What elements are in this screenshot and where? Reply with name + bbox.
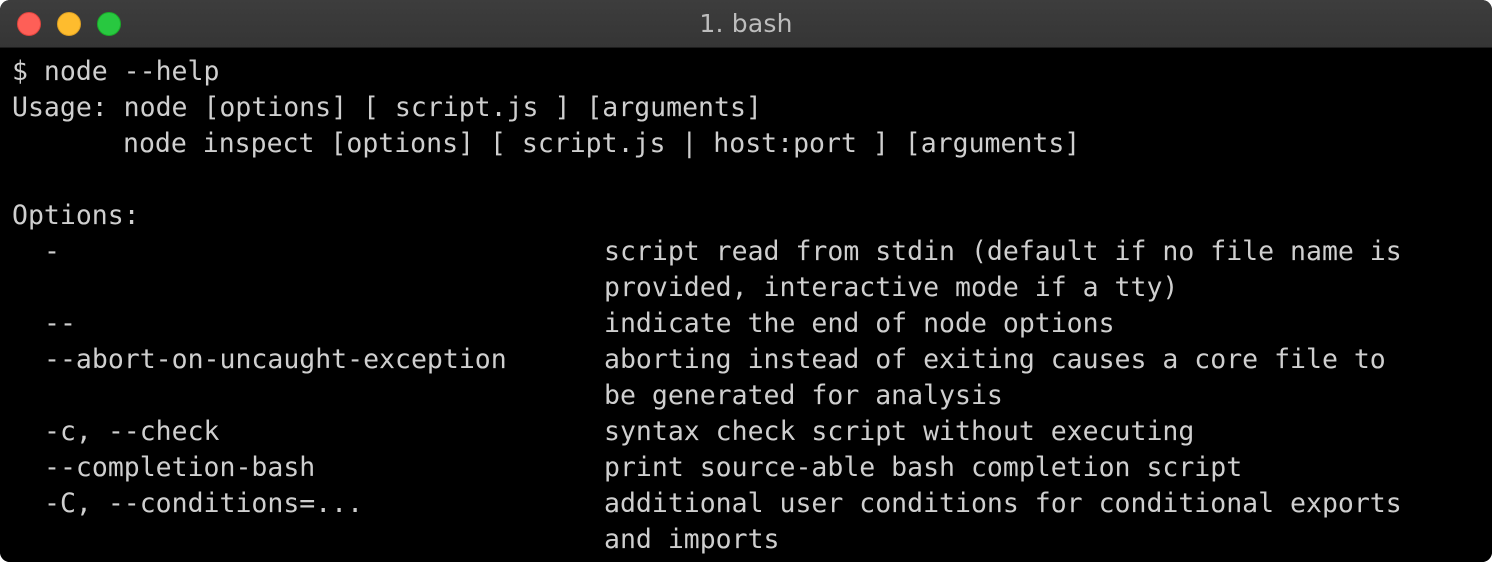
usage-line-2: node inspect [options] [ script.js | hos… [12, 126, 1492, 162]
title-bar[interactable]: 1. bash [0, 0, 1492, 48]
option-row: -c, --check syntax check script without … [12, 414, 1492, 450]
option-row-continuation: be generated for analysis [12, 378, 1492, 414]
option-row-continuation: and imports [12, 522, 1492, 558]
terminal-window: 1. bash $ node --help Usage: node [optio… [0, 0, 1492, 562]
option-row: -- indicate the end of node options [12, 306, 1492, 342]
prompt-line: $ node --help [12, 56, 220, 87]
option-description: provided, interactive mode if a tty) [604, 272, 1179, 303]
option-row: --abort-on-uncaught-exception aborting i… [12, 342, 1492, 378]
options-header: Options: [12, 200, 140, 231]
window-title: 1. bash [699, 9, 793, 38]
option-description: additional user conditions for condition… [604, 488, 1402, 519]
option-flag: --abort-on-uncaught-exception [44, 344, 507, 375]
option-description: print source-able bash completion script [604, 452, 1243, 483]
option-description: and imports [604, 524, 780, 555]
option-flag: -C, --conditions=... [44, 488, 364, 519]
option-row: -C, --conditions=... additional user con… [12, 486, 1492, 522]
option-flag: -c, --check [44, 416, 220, 447]
option-description: indicate the end of node options [604, 308, 1115, 339]
option-description: syntax check script without executing [604, 416, 1195, 447]
option-row-continuation: provided, interactive mode if a tty) [12, 270, 1492, 306]
option-description: script read from stdin (default if no fi… [604, 236, 1402, 267]
terminal-output[interactable]: $ node --help Usage: node [options] [ sc… [0, 48, 1492, 562]
option-flag: --completion-bash [44, 452, 316, 483]
usage-line-2-text: node inspect [options] [ script.js | hos… [123, 128, 1081, 159]
option-row: - script read from stdin (default if no … [12, 234, 1492, 270]
usage-line: Usage: node [options] [ script.js ] [arg… [12, 92, 762, 123]
option-row: --completion-bash print source-able bash… [12, 450, 1492, 486]
option-flag: - [44, 236, 60, 267]
option-description: aborting instead of exiting causes a cor… [604, 344, 1386, 375]
option-description: be generated for analysis [604, 380, 1003, 411]
option-flag: -- [44, 308, 76, 339]
